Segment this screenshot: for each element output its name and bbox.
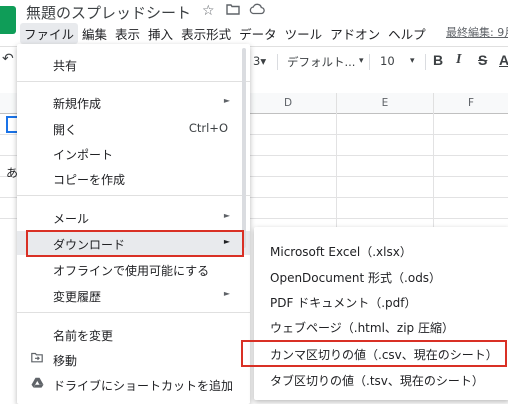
menu-item-label: 名前を変更 — [53, 329, 114, 343]
undo-icon[interactable]: ↶ — [2, 51, 14, 67]
shortcut-label: Ctrl+O — [188, 121, 228, 135]
highlight-box-download — [26, 230, 244, 257]
font-size-partial[interactable]: 3▾ — [253, 54, 266, 68]
menu-item-label: 共有 — [53, 59, 78, 73]
submenu-item-html[interactable]: ウェブページ（.html、zip 圧縮） — [254, 313, 508, 338]
file-menu: 共有 新規作成 ► 開く Ctrl+O インポート コピーを作成 メール ► ダウンロ… — [17, 44, 250, 404]
last-edit-link[interactable]: 最終編集: 9月 — [446, 24, 508, 40]
submenu-item-label: OpenDocument 形式（.ods） — [270, 271, 442, 285]
menu-item-label: ドライブにショートカットを追加 — [53, 379, 234, 393]
move-folder-icon[interactable] — [226, 3, 240, 19]
menu-item-label: 移動 — [53, 354, 78, 368]
submenu-item-label: ウェブページ（.html、zip 圧縮） — [270, 321, 454, 335]
submenu-item-xlsx[interactable]: Microsoft Excel（.xlsx） — [254, 237, 508, 262]
submenu-item-label: PDF ドキュメント（.pdf） — [270, 296, 417, 310]
cloud-status-icon — [249, 3, 265, 19]
submenu-item-label: Microsoft Excel（.xlsx） — [270, 245, 412, 259]
menu-item-open[interactable]: 開く Ctrl+O — [17, 116, 250, 140]
menu-edit[interactable]: 編集 — [78, 23, 111, 44]
text-color-button[interactable]: A — [499, 52, 508, 68]
highlight-box-csv — [241, 340, 507, 367]
toolbar-divider — [369, 54, 370, 70]
menu-item-version-history[interactable]: 変更履歴 ► — [17, 283, 250, 307]
bold-button[interactable]: B — [433, 52, 443, 68]
menu-item-add-shortcut[interactable]: ドライブにショートカットを追加 — [17, 372, 250, 396]
menu-item-label: オフラインで使用可能にする — [53, 264, 210, 278]
menu-insert[interactable]: 挿入 — [144, 23, 177, 44]
menu-view[interactable]: 表示 — [111, 23, 144, 44]
menu-bar: ファイル 編集 表示 挿入 表示形式 データ ツール アドオン ヘルプ — [20, 22, 430, 44]
submenu-arrow-icon: ► — [223, 96, 230, 105]
menu-item-label: 開く — [53, 123, 78, 137]
menu-item-label: インポート — [53, 148, 114, 162]
drive-shortcut-icon — [31, 377, 44, 391]
menu-item-share[interactable]: 共有 — [17, 52, 250, 76]
star-icon[interactable]: ☆ — [202, 3, 215, 19]
menu-item-import[interactable]: インポート — [17, 141, 250, 165]
menu-divider — [17, 312, 250, 313]
column-header-d[interactable]: D — [240, 93, 337, 114]
column-header-f[interactable]: F — [434, 93, 508, 114]
menu-help[interactable]: ヘルプ — [384, 23, 430, 44]
menu-item-offline[interactable]: オフラインで使用可能にする — [17, 257, 250, 281]
font-size-select[interactable]: 10 — [380, 54, 395, 68]
menu-item-email[interactable]: メール ► — [17, 205, 250, 229]
download-submenu: Microsoft Excel（.xlsx） OpenDocument 形式（.… — [254, 227, 508, 400]
submenu-item-pdf[interactable]: PDF ドキュメント（.pdf） — [254, 288, 508, 313]
menu-divider — [17, 195, 250, 196]
column-header-e[interactable]: E — [337, 93, 434, 114]
menu-format[interactable]: 表示形式 — [177, 23, 235, 44]
document-title[interactable]: 無題のスプレッドシート — [26, 2, 191, 23]
menu-item-make-copy[interactable]: コピーを作成 — [17, 166, 250, 190]
menu-scrollbar[interactable] — [242, 48, 246, 248]
toolbar-divider — [425, 54, 426, 70]
menu-item-label: 変更履歴 — [53, 290, 102, 304]
menu-file[interactable]: ファイル — [20, 22, 79, 44]
menu-item-label: 新規作成 — [53, 97, 102, 111]
italic-button[interactable]: I — [456, 52, 461, 68]
submenu-arrow-icon: ► — [223, 211, 230, 220]
menu-item-move[interactable]: 移動 — [17, 347, 250, 371]
menu-item-label: メール — [53, 212, 90, 226]
menu-item-label: コピーを作成 — [53, 173, 126, 187]
submenu-item-ods[interactable]: OpenDocument 形式（.ods） — [254, 263, 508, 288]
menu-tools[interactable]: ツール — [281, 23, 327, 44]
menu-item-new[interactable]: 新規作成 ► — [17, 90, 250, 114]
chevron-down-icon[interactable]: ▾ — [410, 56, 415, 66]
submenu-arrow-icon: ► — [223, 289, 230, 298]
menu-item-rename[interactable]: 名前を変更 — [17, 322, 250, 346]
chevron-down-icon[interactable]: ▾ — [359, 56, 364, 66]
folder-move-icon — [31, 352, 43, 366]
sheets-logo-icon[interactable] — [0, 6, 16, 34]
strikethrough-button[interactable]: S — [478, 52, 487, 68]
toolbar-divider — [277, 54, 278, 70]
submenu-item-tsv[interactable]: タブ区切りの値（.tsv、現在のシート） — [254, 366, 508, 391]
submenu-item-label: タブ区切りの値（.tsv、現在のシート） — [270, 374, 484, 388]
menu-divider — [17, 81, 250, 82]
menu-addons[interactable]: アドオン — [326, 23, 384, 44]
menu-data[interactable]: データ — [235, 23, 281, 44]
font-family-select[interactable]: デフォルト... — [287, 54, 355, 70]
